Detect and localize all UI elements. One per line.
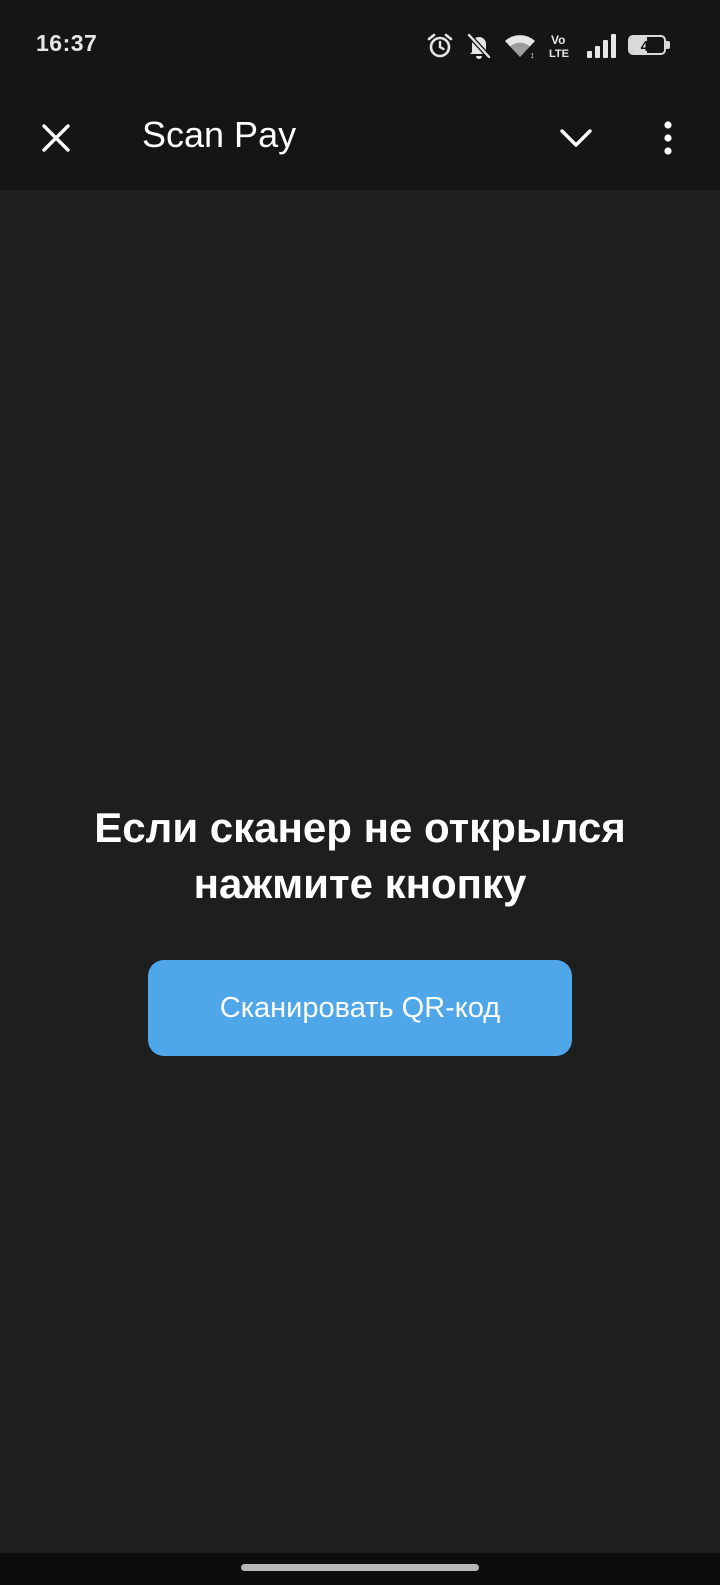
home-indicator[interactable]	[241, 1564, 479, 1571]
battery-icon: 49	[628, 35, 672, 57]
wifi-icon: ↕	[504, 33, 536, 59]
signal-icon	[586, 34, 616, 58]
scan-qr-button[interactable]: Сканировать QR-код	[148, 960, 572, 1056]
collapse-button[interactable]	[548, 110, 604, 166]
status-icons: ↕ Vo LTE 49	[426, 30, 672, 62]
page-title: Scan Pay	[142, 114, 297, 155]
volte-label-bottom: LTE	[549, 48, 569, 60]
scanner-hint-message: Если сканер не открылся нажмите кнопку	[0, 800, 720, 912]
message-line-2: нажмите кнопку	[193, 860, 527, 907]
message-line-1: Если сканер не открылся	[94, 804, 626, 851]
volte-icon: Vo LTE	[548, 32, 574, 60]
app-bar: Scan Pay	[0, 90, 720, 190]
screen: 16:37 ↕ Vo LTE 49 Scan Pay Если сканер н…	[0, 0, 720, 1585]
more-vertical-icon	[664, 121, 672, 155]
volte-label-top: Vo	[551, 33, 565, 47]
alarm-icon	[426, 32, 454, 60]
status-time: 16:37	[36, 30, 98, 56]
close-icon	[42, 124, 70, 152]
chevron-down-icon	[560, 129, 592, 147]
navigation-bar	[0, 1553, 720, 1585]
close-button[interactable]	[28, 110, 84, 166]
more-options-button[interactable]	[640, 110, 696, 166]
status-bar: 16:37 ↕ Vo LTE 49	[0, 0, 720, 90]
bell-off-icon	[466, 32, 492, 60]
battery-level: 49	[640, 38, 658, 55]
svg-text:↕: ↕	[530, 50, 535, 59]
